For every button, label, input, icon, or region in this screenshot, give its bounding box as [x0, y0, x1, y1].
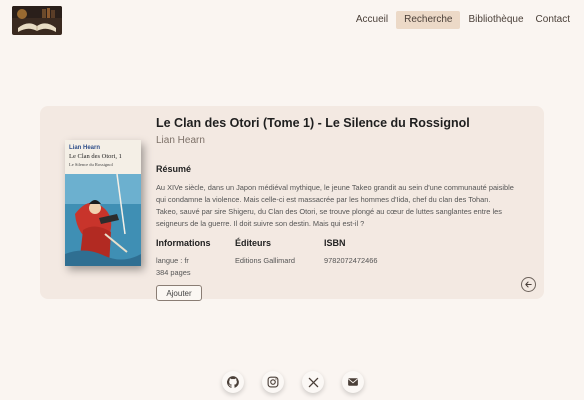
language-value: langue : fr: [156, 256, 189, 265]
summary-text: Au XIVe siècle, dans un Japon médiéval m…: [156, 183, 514, 228]
publishers-heading: Éditeurs: [235, 238, 272, 248]
github-link[interactable]: [222, 371, 244, 393]
info-heading: Informations: [156, 238, 211, 248]
nav-bibliotheque[interactable]: Bibliothèque: [464, 11, 527, 29]
instagram-icon: [267, 376, 279, 388]
book-detail-card: Lian Hearn Le Clan des Otori, 1 Le Silen…: [40, 106, 544, 301]
isbn-heading: ISBN: [324, 238, 346, 248]
book-author: Lian Hearn: [156, 135, 205, 146]
publishers-column: Éditeurs Editions Gallimard: [235, 238, 295, 267]
book-logo-image: [12, 6, 62, 35]
isbn-value: 9782072472466: [324, 256, 378, 265]
isbn-column: ISBN 9782072472466: [324, 238, 377, 267]
site-logo[interactable]: [12, 6, 62, 35]
info-column: Informations langue : fr 384 pages: [156, 238, 211, 279]
cover-illustration: [65, 174, 141, 266]
social-links: [222, 371, 364, 393]
arrow-left-icon: [525, 281, 532, 288]
email-icon: [348, 378, 358, 386]
x-icon: [308, 377, 318, 387]
publisher-value: Editions Gallimard: [235, 256, 295, 265]
nav-contact[interactable]: Contact: [532, 11, 574, 29]
book-cover: Lian Hearn Le Clan des Otori, 1 Le Silen…: [65, 140, 141, 266]
nav-accueil[interactable]: Accueil: [352, 11, 392, 29]
book-title: Le Clan des Otori (Tome 1) - Le Silence …: [156, 116, 470, 130]
cover-author: Lian Hearn: [69, 145, 101, 151]
github-icon: [227, 376, 239, 388]
pages-value: 384 pages: [156, 268, 191, 277]
nav-recherche[interactable]: Recherche: [396, 11, 461, 29]
cover-subtitle: Le Silence du Rossignol: [69, 162, 113, 167]
main-nav: Accueil Recherche Bibliothèque Contact: [352, 11, 574, 29]
back-button[interactable]: [521, 277, 536, 292]
book-info: Le Clan des Otori (Tome 1) - Le Silence …: [156, 116, 526, 301]
instagram-link[interactable]: [262, 371, 284, 393]
cover-title: Le Clan des Otori, 1: [69, 153, 122, 160]
add-button[interactable]: Ajouter: [156, 285, 202, 301]
x-link[interactable]: [302, 371, 324, 393]
email-link[interactable]: [342, 371, 364, 393]
summary-heading: Résumé: [156, 164, 192, 174]
